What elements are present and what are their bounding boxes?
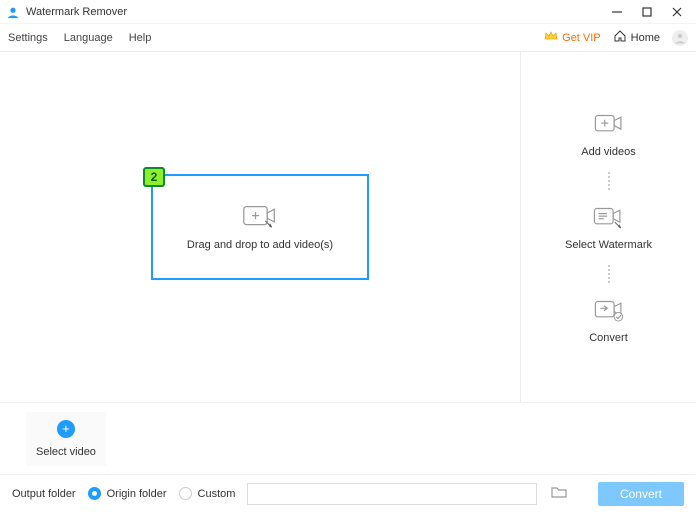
convert-step-icon [592, 297, 626, 326]
footer-bar: Output folder Origin folder Custom Conve… [0, 474, 696, 512]
radio-checked-icon [88, 487, 101, 500]
select-video-button[interactable]: + Select video [26, 412, 106, 466]
home-label: Home [631, 32, 660, 44]
step-add-label: Add videos [581, 146, 635, 158]
step-divider [608, 265, 610, 283]
app-title: Watermark Remover [26, 6, 127, 18]
browse-folder-button[interactable] [549, 484, 569, 504]
select-video-label: Select video [36, 446, 96, 458]
dropzone-label: Drag and drop to add video(s) [187, 239, 333, 251]
add-video-dropzone[interactable]: 2 Drag and drop to add video(s) [151, 174, 369, 280]
radio-unchecked-icon [179, 487, 192, 500]
user-avatar[interactable] [672, 30, 688, 46]
menu-settings[interactable]: Settings [8, 32, 48, 44]
step-divider [608, 172, 610, 190]
get-vip-button[interactable]: Get VIP [544, 30, 601, 45]
custom-folder-label: Custom [198, 488, 236, 500]
home-button[interactable]: Home [613, 29, 660, 46]
add-video-icon [242, 203, 278, 229]
step-convert-label: Convert [589, 332, 628, 344]
steps-pane: Add videos Select Watermark Convert [520, 52, 696, 402]
close-button[interactable] [670, 5, 684, 19]
menu-language[interactable]: Language [64, 32, 113, 44]
step-convert[interactable]: Convert [589, 297, 628, 344]
app-logo-icon [6, 5, 20, 19]
content-area: 2 Drag and drop to add video(s) Add vide… [0, 52, 696, 402]
origin-folder-radio[interactable]: Origin folder [88, 487, 167, 500]
title-bar: Watermark Remover [0, 0, 696, 24]
maximize-button[interactable] [640, 5, 654, 19]
convert-button[interactable]: Convert [598, 482, 684, 506]
step-add-videos[interactable]: Add videos [581, 111, 635, 158]
output-path-input[interactable] [247, 483, 537, 505]
menu-bar: Settings Language Help Get VIP Home [0, 24, 696, 52]
crown-icon [544, 30, 558, 45]
get-vip-label: Get VIP [562, 32, 601, 44]
convert-button-label: Convert [620, 487, 662, 501]
folder-icon [551, 485, 567, 502]
select-bar: + Select video [0, 402, 696, 474]
main-pane: 2 Drag and drop to add video(s) [0, 52, 520, 402]
annotation-badge: 2 [143, 167, 165, 187]
custom-folder-radio[interactable]: Custom [179, 487, 236, 500]
step-select-watermark[interactable]: Select Watermark [565, 204, 652, 251]
menu-help[interactable]: Help [129, 32, 152, 44]
minimize-button[interactable] [610, 5, 624, 19]
origin-folder-label: Origin folder [107, 488, 167, 500]
home-icon [613, 29, 627, 46]
plus-icon: + [57, 420, 75, 438]
add-videos-step-icon [592, 111, 626, 140]
output-folder-label: Output folder [12, 488, 76, 500]
select-watermark-step-icon [591, 204, 625, 233]
window-controls [610, 5, 690, 19]
step-select-label: Select Watermark [565, 239, 652, 251]
